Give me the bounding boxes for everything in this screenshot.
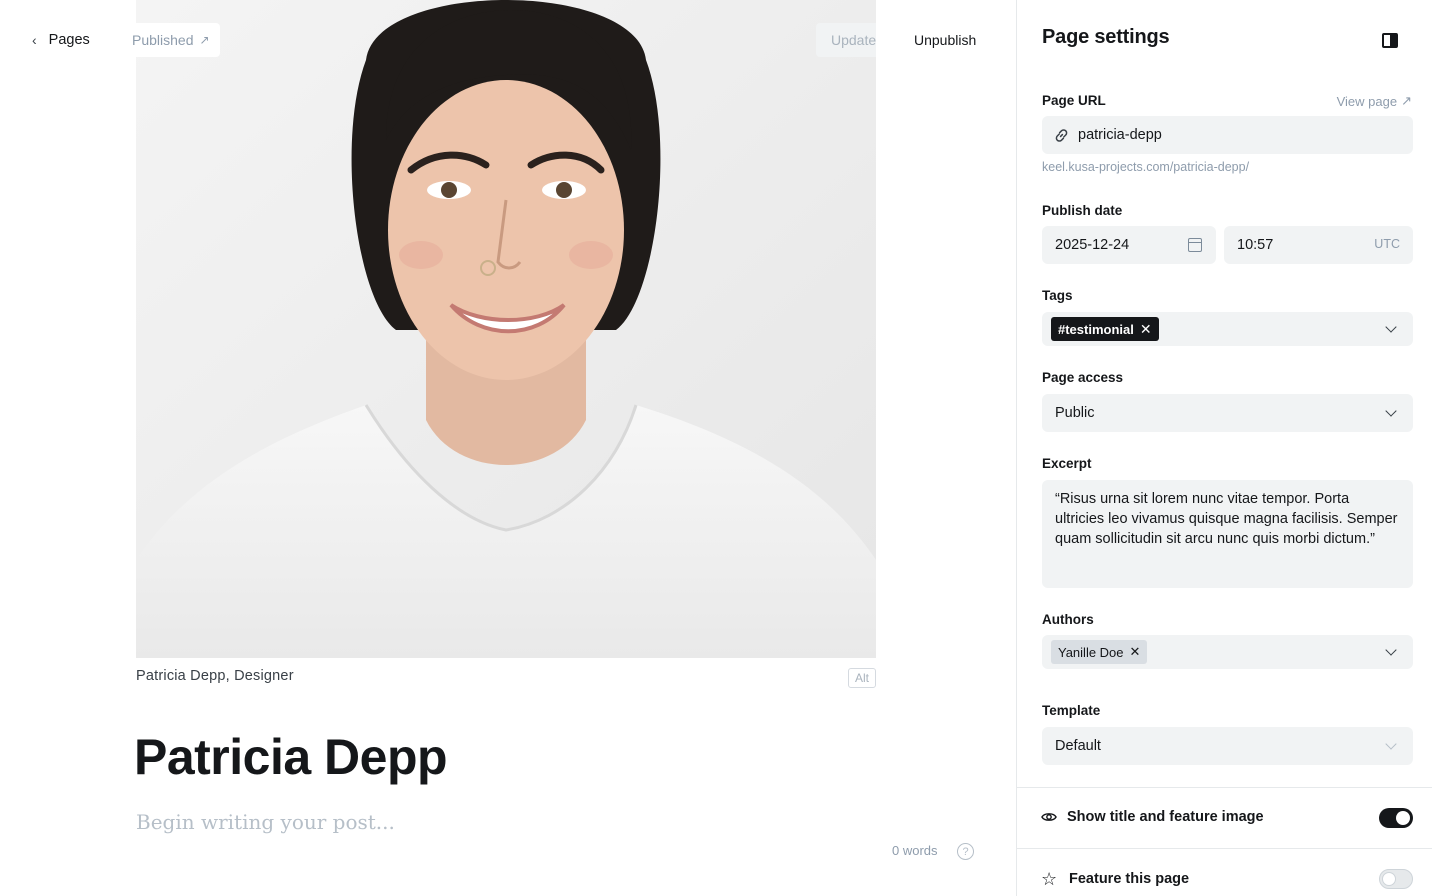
- help-icon[interactable]: ?: [957, 843, 974, 860]
- publish-time-value: 10:57: [1237, 237, 1274, 253]
- back-to-pages-link[interactable]: ‹ Pages: [24, 23, 98, 57]
- status-label: Published: [132, 32, 194, 48]
- authors-select[interactable]: Yanille Doe ✕: [1042, 635, 1413, 669]
- template-select[interactable]: Default: [1042, 727, 1413, 765]
- sidebar-toggle-icon[interactable]: [1382, 33, 1398, 48]
- word-count: 0 words: [892, 843, 938, 858]
- toggle-knob: [1396, 811, 1410, 825]
- tags-select[interactable]: #testimonial ✕: [1042, 312, 1413, 346]
- portrait-photo: [136, 0, 876, 658]
- editor-area: ‹ Pages Published ↗ Update Unpublish Pat…: [0, 0, 1016, 896]
- feature-page-row: ☆ Feature this page: [1041, 870, 1189, 888]
- remove-author-icon[interactable]: ✕: [1130, 644, 1141, 660]
- divider: [1017, 848, 1432, 849]
- external-arrow-icon: ↗: [1401, 93, 1412, 108]
- back-link-label: Pages: [48, 32, 90, 48]
- publish-date-input[interactable]: 2025-12-24: [1042, 226, 1216, 264]
- page-url-label: Page URL: [1042, 93, 1106, 108]
- post-body-editor[interactable]: Begin writing your post...: [136, 810, 395, 834]
- divider: [1017, 787, 1432, 788]
- alt-text-button[interactable]: Alt: [848, 668, 876, 688]
- template-label: Template: [1042, 703, 1101, 718]
- feature-image[interactable]: [136, 0, 876, 658]
- show-title-row: Show title and feature image: [1041, 809, 1264, 825]
- feature-page-toggle[interactable]: [1379, 869, 1413, 889]
- eye-icon: [1041, 809, 1057, 825]
- external-arrow-icon: ↗: [199, 33, 210, 47]
- authors-label: Authors: [1042, 612, 1094, 627]
- author-chip-label: Yanille Doe: [1058, 644, 1124, 660]
- view-page-link[interactable]: View page ↗: [1337, 93, 1412, 109]
- tags-label: Tags: [1042, 288, 1073, 303]
- chevron-down-icon[interactable]: [1385, 644, 1397, 656]
- author-chip[interactable]: Yanille Doe ✕: [1051, 640, 1148, 664]
- page-access-value: Public: [1055, 405, 1095, 421]
- publish-date-value: 2025-12-24: [1055, 237, 1130, 253]
- chevron-down-icon[interactable]: [1385, 321, 1397, 333]
- show-title-toggle[interactable]: [1379, 808, 1413, 828]
- feature-page-label: Feature this page: [1069, 871, 1190, 887]
- panel-title: Page settings: [1042, 26, 1170, 48]
- unpublish-button[interactable]: Unpublish: [904, 23, 986, 57]
- toggle-knob: [1382, 872, 1396, 886]
- full-url-hint: keel.kusa-projects.com/patricia-depp/: [1042, 160, 1250, 174]
- star-icon: ☆: [1041, 869, 1058, 889]
- tag-chip[interactable]: #testimonial ✕: [1051, 317, 1159, 341]
- link-icon: [1054, 127, 1070, 143]
- page-access-select[interactable]: Public: [1042, 394, 1413, 432]
- post-title[interactable]: Patricia Depp: [134, 728, 448, 786]
- page-settings-panel: Page settings Page URL View page ↗ patri…: [1016, 0, 1432, 896]
- remove-tag-icon[interactable]: ✕: [1140, 321, 1152, 338]
- timezone-label: UTC: [1374, 237, 1400, 251]
- page-access-label: Page access: [1042, 370, 1124, 385]
- publish-date-label: Publish date: [1042, 203, 1123, 218]
- chevron-down-icon: [1385, 738, 1397, 750]
- chevron-down-icon: [1385, 405, 1397, 417]
- tag-chip-label: #testimonial: [1058, 321, 1134, 337]
- chevron-left-icon: ‹: [32, 32, 37, 48]
- calendar-icon[interactable]: [1188, 238, 1202, 252]
- page-url-input[interactable]: patricia-depp: [1042, 116, 1413, 154]
- excerpt-textarea[interactable]: “Risus urna sit lorem nunc vitae tempor.…: [1042, 480, 1413, 588]
- template-value: Default: [1055, 738, 1101, 754]
- update-button[interactable]: Update: [816, 23, 876, 57]
- published-status-link[interactable]: Published ↗: [122, 23, 220, 57]
- publish-time-input[interactable]: 10:57 UTC: [1224, 226, 1413, 264]
- image-caption[interactable]: Patricia Depp, Designer: [136, 668, 294, 684]
- view-page-label: View page: [1336, 93, 1398, 109]
- page-url-value: patricia-depp: [1078, 127, 1162, 143]
- excerpt-label: Excerpt: [1042, 456, 1092, 471]
- show-title-label: Show title and feature image: [1067, 809, 1264, 825]
